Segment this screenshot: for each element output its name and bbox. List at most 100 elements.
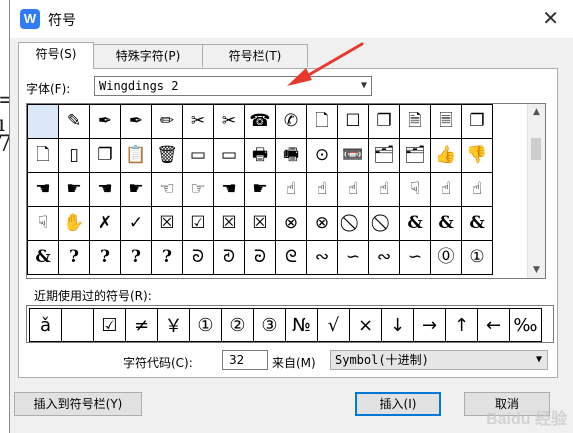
- tab-symbol-bar[interactable]: 符号栏(T): [202, 44, 308, 67]
- symbol-cell[interactable]: 🗂: [399, 138, 431, 173]
- symbol-cell[interactable]: ✂: [213, 104, 245, 139]
- scroll-up-icon[interactable]: ▲: [528, 104, 545, 120]
- symbol-cell[interactable]: ᘓ: [275, 240, 307, 275]
- symbol-cell[interactable]: ☝: [461, 172, 493, 207]
- symbol-cell[interactable]: &: [461, 206, 493, 241]
- symbol-cell[interactable]: 🗎: [399, 104, 431, 139]
- insert-button[interactable]: 插入(I): [355, 392, 441, 416]
- recent-symbol-cell[interactable]: ×: [349, 308, 382, 342]
- symbol-cell[interactable]: ☎: [244, 104, 276, 139]
- symbol-cell[interactable]: ⊗: [306, 206, 338, 241]
- symbol-cell[interactable]: 📋: [120, 138, 152, 173]
- recent-symbol-cell[interactable]: ↑: [445, 308, 478, 342]
- symbol-cell[interactable]: ?: [120, 240, 152, 275]
- tab-special-characters[interactable]: 特殊字符(P): [92, 44, 204, 67]
- symbol-cell[interactable]: 🖷: [275, 138, 307, 173]
- symbol-cell[interactable]: ▯: [58, 138, 90, 173]
- symbol-cell[interactable]: ☑: [182, 206, 214, 241]
- symbol-cell[interactable]: 🖶: [244, 138, 276, 173]
- symbol-cell[interactable]: ✓: [120, 206, 152, 241]
- symbol-cell[interactable]: &: [27, 240, 59, 275]
- chevron-down-icon[interactable]: ▼: [361, 77, 367, 95]
- recent-symbol-cell[interactable]: №: [285, 308, 318, 342]
- symbol-cell[interactable]: ☛: [244, 172, 276, 207]
- symbol-cell[interactable]: 🗂: [368, 138, 400, 173]
- symbol-cell[interactable]: ∾: [368, 240, 400, 275]
- symbol-cell[interactable]: ᘐ: [182, 240, 214, 275]
- symbol-cell[interactable]: ①: [461, 240, 493, 275]
- recent-symbol-cell[interactable]: ↓: [381, 308, 414, 342]
- symbol-cell[interactable]: ✒: [120, 104, 152, 139]
- symbol-cell[interactable]: ☟: [27, 206, 59, 241]
- symbol-cell[interactable]: ✂: [182, 104, 214, 139]
- scrollbar-thumb[interactable]: [531, 138, 541, 160]
- symbol-cell[interactable]: ?: [151, 240, 183, 275]
- symbol-cell[interactable]: ☝: [368, 172, 400, 207]
- symbol-cell[interactable]: ☞: [182, 172, 214, 207]
- symbol-cell[interactable]: ✆: [275, 104, 307, 139]
- symbol-cell[interactable]: ☟: [399, 172, 431, 207]
- symbol-cell[interactable]: &: [399, 206, 431, 241]
- symbol-cell[interactable]: ⊙: [306, 138, 338, 173]
- symbol-cell[interactable]: ⊗: [275, 206, 307, 241]
- recent-symbol-cell[interactable]: ‰: [509, 308, 542, 342]
- symbol-cell[interactable]: ✋: [58, 206, 90, 241]
- symbol-cell[interactable]: ☒: [151, 206, 183, 241]
- symbol-cell[interactable]: &: [430, 206, 462, 241]
- symbol-cell[interactable]: ☛: [120, 172, 152, 207]
- symbol-cell[interactable]: ✒: [89, 104, 121, 139]
- from-select[interactable]: Symbol(十进制) ▼: [330, 350, 548, 370]
- symbol-cell[interactable]: 🗏: [430, 104, 462, 139]
- symbol-cell[interactable]: ✎: [58, 104, 90, 139]
- symbol-cell[interactable]: 🗑: [151, 138, 183, 173]
- recent-symbol-cell[interactable]: ☑: [93, 308, 126, 342]
- symbol-cell[interactable]: 👎: [461, 138, 493, 173]
- symbol-cell[interactable]: ☝: [306, 172, 338, 207]
- recent-symbol-cell[interactable]: ③: [253, 308, 286, 342]
- symbol-cell[interactable]: ☐: [337, 104, 369, 139]
- symbol-cell[interactable]: ?: [58, 240, 90, 275]
- char-code-input[interactable]: 32: [222, 350, 268, 370]
- symbol-cell[interactable]: ❐: [89, 138, 121, 173]
- recent-symbol-cell[interactable]: [61, 308, 94, 342]
- symbol-cell[interactable]: ∽: [337, 240, 369, 275]
- scroll-down-icon[interactable]: ▼: [528, 262, 545, 278]
- symbol-cell[interactable]: ☒: [213, 206, 245, 241]
- symbol-cell[interactable]: 🗋: [27, 138, 59, 173]
- symbol-cell[interactable]: ?: [89, 240, 121, 275]
- symbol-cell[interactable]: ❐: [368, 104, 400, 139]
- symbol-cell[interactable]: ☝: [430, 172, 462, 207]
- recent-symbol-cell[interactable]: ②: [221, 308, 254, 342]
- symbol-cell[interactable]: ∽: [399, 240, 431, 275]
- recent-symbol-cell[interactable]: ≠: [125, 308, 158, 342]
- recent-symbol-cell[interactable]: ǎ: [29, 308, 62, 342]
- symbol-cell[interactable]: ✏: [151, 104, 183, 139]
- symbol-cell[interactable]: 👍: [430, 138, 462, 173]
- symbol-cell[interactable]: ☒: [244, 206, 276, 241]
- recent-symbol-cell[interactable]: ￥: [157, 308, 190, 342]
- symbol-cell[interactable]: ☜: [151, 172, 183, 207]
- symbol-cell[interactable]: [27, 104, 59, 139]
- symbol-cell[interactable]: ᘑ: [213, 240, 245, 275]
- recent-symbol-cell[interactable]: ←: [477, 308, 510, 342]
- font-select[interactable]: Wingdings 2 ▼: [94, 76, 372, 96]
- symbol-cell[interactable]: ⓪: [430, 240, 462, 275]
- recent-symbol-cell[interactable]: ①: [189, 308, 222, 342]
- symbol-cell[interactable]: 🗋: [306, 104, 338, 139]
- tab-symbols[interactable]: 符号(S): [18, 42, 94, 69]
- close-icon[interactable]: ✕: [542, 6, 559, 30]
- symbol-cell[interactable]: ⃠: [368, 206, 400, 241]
- symbol-cell[interactable]: ☝: [275, 172, 307, 207]
- symbol-cell[interactable]: ☚: [89, 172, 121, 207]
- symbol-cell[interactable]: ᘒ: [244, 240, 276, 275]
- recent-symbol-cell[interactable]: →: [413, 308, 446, 342]
- symbol-cell[interactable]: ⃠: [337, 206, 369, 241]
- symbol-cell[interactable]: ▭: [213, 138, 245, 173]
- symbol-cell[interactable]: ☛: [58, 172, 90, 207]
- symbol-cell[interactable]: 📼: [337, 138, 369, 173]
- insert-to-symbol-bar-button[interactable]: 插入到符号栏(Y): [14, 392, 142, 416]
- chevron-down-icon[interactable]: ▼: [536, 351, 542, 369]
- symbol-cell[interactable]: ▭: [182, 138, 214, 173]
- symbol-cell[interactable]: ✗: [89, 206, 121, 241]
- vertical-scrollbar[interactable]: ▲ ▼: [527, 104, 545, 278]
